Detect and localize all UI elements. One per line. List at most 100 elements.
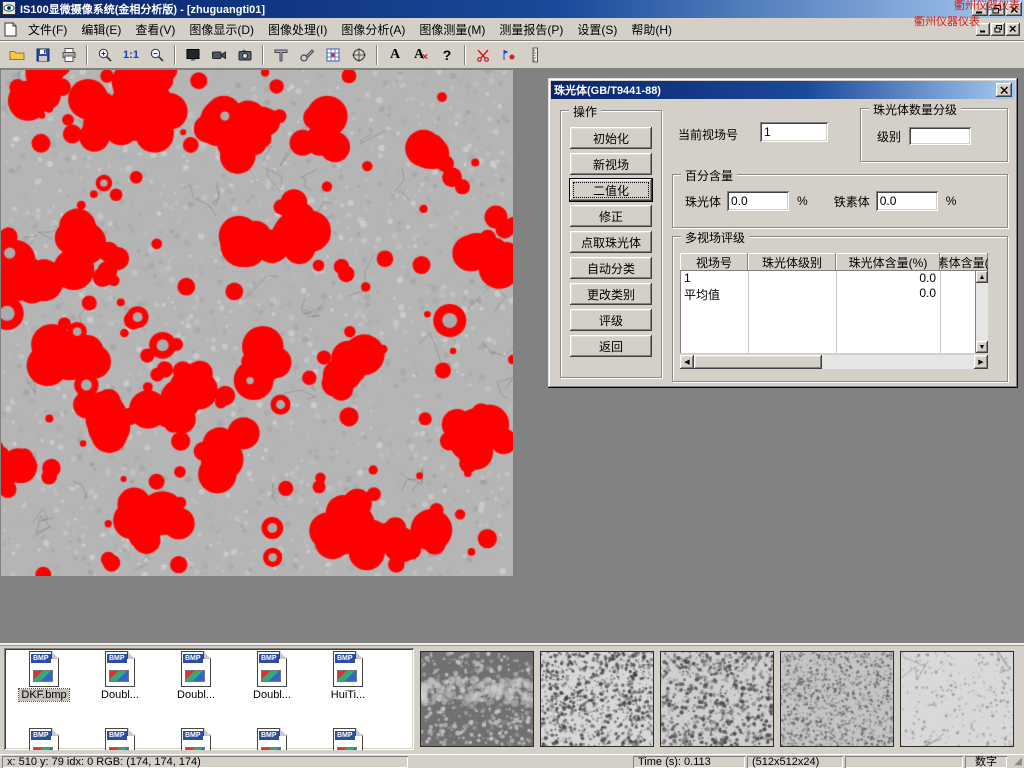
file-item[interactable]: BMP <box>310 728 386 750</box>
minimize-button[interactable] <box>972 2 988 16</box>
preview-screen-icon <box>185 47 201 63</box>
marker-button[interactable] <box>496 43 522 67</box>
menu-help[interactable]: 帮助(H) <box>624 18 679 41</box>
menu-image-measure[interactable]: 图像测量(M) <box>412 18 492 41</box>
file-list: BMP DKF.bmp BMP Doubl... BMP Doubl... BM… <box>4 648 414 750</box>
scroll-left-icon[interactable]: ◀ <box>680 355 694 369</box>
cell-pearlite-content: 0.0 <box>836 271 940 286</box>
file-item[interactable]: BMP <box>82 728 158 750</box>
file-item[interactable]: BMP <box>6 728 82 750</box>
status-spacer <box>410 756 631 768</box>
column-header-pearlite[interactable]: 珠光体含量(%) <box>836 253 940 271</box>
zoom-out-button[interactable] <box>144 43 170 67</box>
scrollbar-thumb[interactable] <box>694 355 822 369</box>
dialog-title: 珠光体(GB/T9441-88) <box>554 82 661 98</box>
measure-grid-icon <box>325 47 341 63</box>
preview-button[interactable] <box>180 43 206 67</box>
close-button[interactable] <box>1006 2 1022 16</box>
ruler-button[interactable] <box>522 43 548 67</box>
photo-capture-button[interactable] <box>232 43 258 67</box>
file-name: Doubl... <box>99 689 141 701</box>
mode-status: 数字 <box>965 756 1007 768</box>
micrograph-image[interactable] <box>1 70 513 576</box>
ferrite-percent-input[interactable]: 0.0 <box>876 191 938 211</box>
initialize-button[interactable]: 初始化 <box>570 127 652 149</box>
document-icon[interactable] <box>4 22 17 37</box>
dialog-close-button[interactable] <box>996 83 1012 97</box>
mdi-minimize-button[interactable] <box>976 23 990 36</box>
resize-grip-icon[interactable]: ◢ <box>1009 756 1022 768</box>
pick-pearlite-button[interactable]: 点取珠光体 <box>570 231 652 253</box>
menu-settings[interactable]: 设置(S) <box>570 18 624 41</box>
file-item[interactable]: BMP DKF.bmp <box>6 651 82 701</box>
grading-group-label: 珠光体数量分级 <box>869 101 961 118</box>
print-button[interactable] <box>56 43 82 67</box>
grading-group: 珠光体数量分级 级别 <box>860 108 1008 162</box>
mdi-restore-button[interactable] <box>991 23 1005 36</box>
file-item[interactable]: BMP Doubl... <box>234 651 310 701</box>
grid-measure-button[interactable] <box>320 43 346 67</box>
video-capture-button[interactable] <box>206 43 232 67</box>
sample-thumbnail-3[interactable] <box>660 651 774 747</box>
file-item[interactable]: BMP HuiTi... <box>310 651 386 701</box>
file-item[interactable]: BMP Doubl... <box>82 651 158 701</box>
sample-thumbnail-1[interactable] <box>420 651 534 747</box>
file-item[interactable]: BMP <box>234 728 310 750</box>
actual-size-button[interactable]: 1:1 <box>118 43 144 67</box>
return-button[interactable]: 返回 <box>570 335 652 357</box>
table-row[interactable]: 平均值 0.0 <box>680 286 988 301</box>
change-category-button[interactable]: 更改类别 <box>570 283 652 305</box>
save-button[interactable] <box>30 43 56 67</box>
save-icon <box>35 47 51 63</box>
new-field-button[interactable]: 新视场 <box>570 153 652 175</box>
table-row[interactable]: 1 0.0 <box>680 271 988 286</box>
sample-thumbnail-2[interactable] <box>540 651 654 747</box>
menu-image-processing[interactable]: 图像处理(I) <box>261 18 334 41</box>
micrometer-measure-button[interactable] <box>294 43 320 67</box>
current-field-input[interactable]: 1 <box>760 122 828 142</box>
multifield-group: 多视场评级 视场号 珠光体级别 珠光体含量(%) 铁素体含量(%) 1 0.0 <box>672 236 1008 382</box>
column-header-ferrite[interactable]: 铁素体含量(%) <box>940 253 988 271</box>
cut-region-button[interactable] <box>470 43 496 67</box>
operations-group: 操作 初始化 新视场 二值化 修正 点取珠光体 自动分类 更改类别 评级 返回 <box>560 110 662 378</box>
zoom-in-button[interactable] <box>92 43 118 67</box>
table-vertical-scrollbar[interactable]: ▲ ▼ <box>975 271 988 353</box>
status-empty-panel <box>845 756 963 768</box>
menu-file[interactable]: 文件(F) <box>21 18 74 41</box>
table-horizontal-scrollbar[interactable]: ◀ ▶ <box>680 355 988 369</box>
correction-button[interactable]: 修正 <box>570 205 652 227</box>
scroll-down-icon[interactable]: ▼ <box>976 341 988 353</box>
column-header-field[interactable]: 视场号 <box>680 253 748 271</box>
caliper-measure-button[interactable] <box>268 43 294 67</box>
file-item[interactable]: BMP <box>158 728 234 750</box>
pearlite-percent-input[interactable]: 0.0 <box>727 191 789 211</box>
grade-button[interactable]: 评级 <box>570 309 652 331</box>
crosshair-button[interactable] <box>346 43 372 67</box>
column-header-level[interactable]: 珠光体级别 <box>748 253 836 271</box>
menu-edit[interactable]: 编辑(E) <box>74 18 128 41</box>
auto-classify-button[interactable]: 自动分类 <box>570 257 652 279</box>
sample-thumbnail-4[interactable] <box>780 651 894 747</box>
menu-image-display[interactable]: 图像显示(D) <box>182 18 261 41</box>
toolbar-separator <box>464 45 466 65</box>
open-file-button[interactable] <box>4 43 30 67</box>
menu-view[interactable]: 查看(V) <box>128 18 182 41</box>
cell-pearlite-content: 0.0 <box>836 286 940 301</box>
restore-button[interactable] <box>989 2 1005 16</box>
add-text-button[interactable]: A <box>382 43 408 67</box>
help-button[interactable]: ? <box>434 43 460 67</box>
app-icon <box>2 1 16 18</box>
mdi-close-button[interactable] <box>1006 23 1020 36</box>
file-item[interactable]: BMP Doubl... <box>158 651 234 701</box>
binarize-button[interactable]: 二值化 <box>570 179 652 201</box>
menu-image-analysis[interactable]: 图像分析(A) <box>334 18 412 41</box>
level-label: 级别 <box>877 128 901 145</box>
menu-measure-report[interactable]: 测量报告(P) <box>492 18 570 41</box>
sample-thumbnail-5[interactable] <box>900 651 1014 747</box>
file-name: Doubl... <box>175 689 217 701</box>
delete-text-button[interactable]: A× <box>408 43 434 67</box>
dialog-title-bar[interactable]: 珠光体(GB/T9441-88) <box>551 81 1015 99</box>
scroll-up-icon[interactable]: ▲ <box>976 271 988 283</box>
level-input[interactable] <box>909 127 971 145</box>
scroll-right-icon[interactable]: ▶ <box>974 355 988 369</box>
